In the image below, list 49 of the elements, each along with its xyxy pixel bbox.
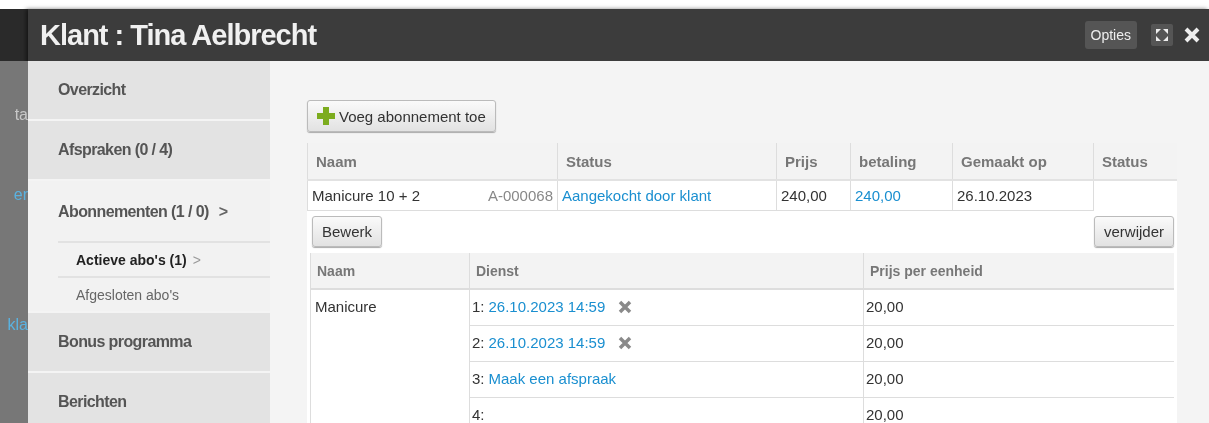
background-text: er [13, 186, 28, 204]
table-cell: 20,00 [863, 325, 1174, 362]
column-header: Prijs per eenheid [863, 253, 1174, 289]
appointment-link[interactable]: Maak een afspraak [488, 370, 617, 387]
sidebar-label: Bonus programma [58, 333, 192, 350]
table-cell: Manicure 10 + 2 A-000068 [307, 180, 558, 211]
options-button[interactable]: Opties [1084, 21, 1137, 49]
column-header: Naam [310, 253, 470, 289]
edit-button[interactable]: Bewerk [312, 216, 383, 247]
row-index: 1: [472, 298, 485, 315]
sidebar-item[interactable]: Bonus programma [28, 313, 270, 373]
delete-icon[interactable] [617, 334, 634, 351]
column-header: betaling [850, 143, 953, 180]
status-link[interactable]: Aangekocht door klant [562, 187, 712, 204]
background-text: kla [7, 316, 28, 334]
column-header: Prijs [776, 143, 851, 180]
chevron-icon: > [218, 203, 228, 220]
sidebar-label: Abonnementen (1 / 0) [58, 203, 209, 220]
background-text: ta [14, 106, 28, 124]
column-header: Status [557, 143, 777, 180]
table-cell: 26.10.2023 [952, 180, 1094, 211]
payment-link[interactable]: 240,00 [855, 187, 901, 204]
add-subscription-button[interactable]: Voeg abonnement toe [307, 100, 496, 132]
column-header: Gemaakt op [952, 143, 1094, 180]
sidebar-label: Afspraken (0 / 4) [58, 141, 173, 158]
column-header: Status [1093, 143, 1177, 180]
sidebar-label: Berichten [58, 393, 127, 410]
row-index: 3: [472, 370, 485, 387]
sidebar-label: Overzicht [58, 81, 126, 98]
column-header: Dienst [469, 253, 864, 289]
table-cell: 20,00 [863, 361, 1174, 398]
row-index: 2: [472, 334, 485, 351]
plus-icon [317, 107, 335, 125]
table-cell: 240,00 [776, 180, 851, 211]
delete-button[interactable]: verwijder [1094, 216, 1174, 247]
close-icon[interactable] [1183, 26, 1201, 44]
sidebar-item[interactable]: Afspraken (0 / 4) [28, 121, 270, 181]
row-index: 4: [472, 406, 485, 423]
fullscreen-icon[interactable] [1151, 24, 1173, 46]
column-header: Naam [307, 143, 558, 180]
table-cell: 20,00 [863, 289, 1174, 326]
sidebar-item[interactable]: Overzicht [28, 61, 270, 121]
appointment-link[interactable]: 26.10.2023 14:59 [488, 298, 606, 315]
appointment-link[interactable]: 26.10.2023 14:59 [488, 334, 606, 351]
sidebar-item[interactable]: Berichten [28, 373, 270, 423]
window-title: Klant : Tina Aelbrecht [40, 18, 318, 52]
delete-icon[interactable] [617, 298, 634, 315]
table-cell: 20,00 [863, 397, 1174, 423]
table-cell: Manicure [315, 298, 377, 315]
